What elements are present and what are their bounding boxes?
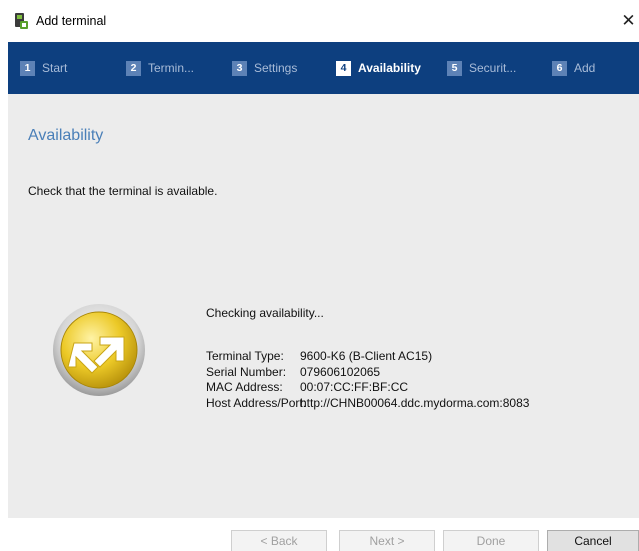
terminal-info: Terminal Type: 9600-K6 (B-Client AC15) S… (206, 349, 529, 411)
host-address-row: Host Address/Port: http://CHNB00064.ddc.… (206, 396, 529, 412)
back-button[interactable]: < Back (231, 530, 327, 551)
close-button[interactable]: ✕ (618, 8, 639, 34)
next-button[interactable]: Next > (339, 530, 435, 551)
status-text: Checking availability... (206, 306, 324, 320)
page-title: Availability (28, 127, 104, 144)
step-start[interactable]: 1 Start (20, 42, 67, 94)
close-icon: ✕ (621, 11, 636, 30)
cancel-button[interactable]: Cancel (547, 530, 639, 551)
window-title: Add terminal (36, 14, 107, 28)
step-security[interactable]: 5 Securit... (447, 42, 516, 94)
step-number: 2 (126, 60, 141, 76)
step-terminal[interactable]: 2 Termin... (126, 42, 194, 94)
step-label: Termin... (148, 61, 195, 75)
step-add[interactable]: 6 Add (552, 42, 595, 94)
step-number: 5 (447, 60, 462, 76)
terminal-type-row: Terminal Type: 9600-K6 (B-Client AC15) (206, 349, 529, 365)
step-label: Securit... (469, 61, 517, 75)
done-button[interactable]: Done (443, 530, 539, 551)
terminal-type-label: Terminal Type: (206, 349, 284, 363)
step-number: 4 (336, 60, 351, 76)
step-settings[interactable]: 3 Settings (232, 42, 297, 94)
sync-arrows-icon (53, 304, 145, 396)
step-number: 1 (20, 60, 35, 76)
instruction-text: Check that the terminal is available. (28, 184, 218, 198)
step-label: Availability (358, 61, 421, 75)
mac-address-value: 00:07:CC:FF:BF:CC (300, 380, 409, 394)
wizard-steps: 1 Start 2 Termin... 3 Settings 4 Availab… (8, 42, 639, 94)
step-number: 3 (232, 60, 247, 76)
mac-address-label: MAC Address: (206, 380, 283, 394)
title-bar: Add terminal ✕ (0, 0, 639, 42)
serial-number-label: Serial Number: (206, 364, 287, 379)
step-label: Settings (254, 61, 298, 75)
mac-address-row: MAC Address: 00:07:CC:FF:BF:CC (206, 380, 529, 396)
step-label: Add (574, 61, 596, 75)
serial-number-row: Serial Number: 079606102065 (206, 365, 529, 381)
terminal-app-icon (15, 13, 28, 29)
step-label: Start (42, 61, 68, 75)
serial-number-value: 079606102065 (300, 364, 381, 379)
step-availability[interactable]: 4 Availability (336, 42, 421, 94)
step-number: 6 (552, 60, 567, 76)
host-address-label: Host Address/Port: (206, 395, 307, 410)
wizard-footer: < Back Next > Done Cancel (8, 518, 639, 551)
host-address-value: http://CHNB00064.ddc.mydorma.com:8083 (300, 395, 530, 410)
terminal-type-value: 9600-K6 (B-Client AC15) (300, 349, 433, 363)
wizard-content: Availability Check that the terminal is … (8, 94, 639, 518)
